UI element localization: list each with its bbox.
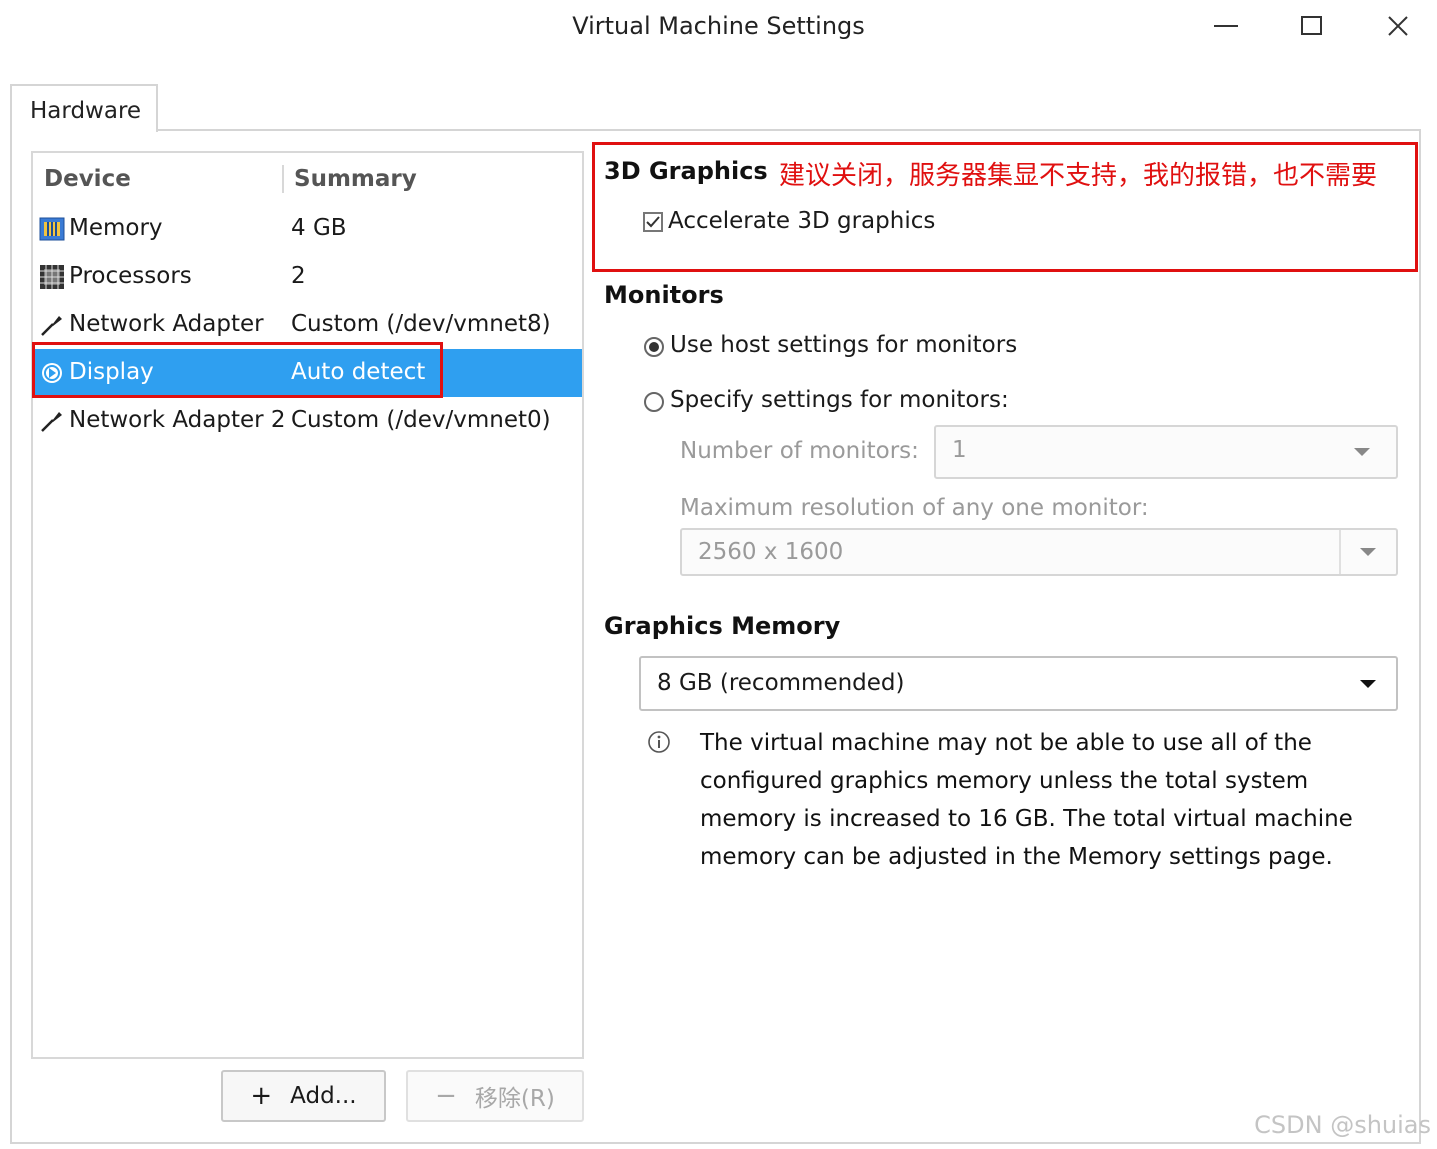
checkmark-icon bbox=[646, 216, 660, 228]
device-name: Memory bbox=[69, 215, 163, 241]
plus-icon: + bbox=[250, 1081, 273, 1111]
network-icon bbox=[39, 408, 65, 434]
device-row-network-adapter-2[interactable]: Network Adapter 2 Custom (/dev/vmnet0) bbox=[35, 397, 582, 445]
device-row-display[interactable]: Display Auto detect bbox=[35, 349, 582, 397]
max-resolution-select[interactable]: 2560 x 1600 bbox=[680, 528, 1398, 576]
maximize-button[interactable] bbox=[1292, 8, 1332, 44]
number-of-monitors-label: Number of monitors: bbox=[680, 438, 919, 464]
device-name: Processors bbox=[69, 263, 192, 289]
device-list[interactable]: Device Summary Memory 4 GB Processors 2 … bbox=[31, 151, 584, 1059]
device-summary: 4 GB bbox=[291, 215, 347, 241]
remove-button[interactable]: − 移除(R) bbox=[406, 1070, 584, 1122]
device-row-memory[interactable]: Memory 4 GB bbox=[35, 205, 582, 253]
minus-icon: − bbox=[435, 1081, 457, 1111]
add-button-label: Add... bbox=[290, 1083, 357, 1109]
section-graphics-memory: Graphics Memory bbox=[604, 612, 841, 640]
network-icon bbox=[39, 312, 65, 338]
column-summary[interactable]: Summary bbox=[294, 166, 417, 192]
minimize-icon bbox=[1214, 25, 1238, 27]
display-icon bbox=[39, 360, 65, 386]
info-icon bbox=[647, 730, 671, 758]
device-row-network-adapter[interactable]: Network Adapter Custom (/dev/vmnet8) bbox=[35, 301, 582, 349]
chevron-down-icon bbox=[1360, 679, 1376, 688]
number-of-monitors-select[interactable]: 1 bbox=[934, 425, 1398, 479]
max-resolution-label: Maximum resolution of any one monitor: bbox=[680, 495, 1149, 521]
number-of-monitors-value: 1 bbox=[952, 437, 967, 463]
device-summary: Auto detect bbox=[291, 359, 426, 385]
memory-icon bbox=[39, 216, 65, 242]
device-list-header: Device Summary bbox=[33, 153, 582, 205]
accelerate-3d-label[interactable]: Accelerate 3D graphics bbox=[668, 208, 935, 234]
graphics-memory-select[interactable]: 8 GB (recommended) bbox=[639, 656, 1398, 711]
annotation-note: 建议关闭，服务器集显不支持，我的报错，也不需要 bbox=[779, 161, 1378, 191]
watermark: CSDN @shuias bbox=[1254, 1111, 1431, 1139]
specify-label[interactable]: Specify settings for monitors: bbox=[670, 387, 1009, 413]
column-separator bbox=[282, 165, 284, 193]
tab-hardware[interactable]: Hardware bbox=[10, 84, 158, 132]
device-name: Display bbox=[69, 359, 154, 385]
device-summary: Custom (/dev/vmnet0) bbox=[291, 407, 551, 433]
device-summary: Custom (/dev/vmnet8) bbox=[291, 311, 551, 337]
use-host-label[interactable]: Use host settings for monitors bbox=[670, 332, 1017, 358]
chevron-down-icon bbox=[1360, 548, 1376, 556]
use-host-radio[interactable] bbox=[644, 337, 664, 357]
section-monitors: Monitors bbox=[604, 281, 724, 309]
column-device[interactable]: Device bbox=[44, 166, 131, 192]
graphics-memory-info: The virtual machine may not be able to u… bbox=[700, 730, 1353, 870]
minimize-button[interactable] bbox=[1206, 8, 1246, 44]
remove-button-label: 移除(R) bbox=[474, 1086, 555, 1112]
device-summary: 2 bbox=[291, 263, 306, 289]
specify-radio[interactable] bbox=[644, 392, 664, 412]
max-resolution-value: 2560 x 1600 bbox=[698, 539, 844, 565]
device-name: Network Adapter 2 bbox=[69, 407, 286, 433]
maximize-icon bbox=[1301, 16, 1322, 35]
add-button[interactable]: + Add... bbox=[221, 1070, 386, 1122]
title-bar: Virtual Machine Settings bbox=[0, 0, 1437, 56]
combo-separator bbox=[1339, 530, 1341, 574]
processor-icon bbox=[39, 264, 65, 290]
close-button[interactable] bbox=[1378, 8, 1418, 44]
graphics-memory-value: 8 GB (recommended) bbox=[657, 670, 905, 696]
close-icon bbox=[1388, 16, 1408, 36]
chevron-down-icon bbox=[1354, 448, 1370, 456]
accelerate-3d-checkbox[interactable] bbox=[643, 212, 663, 232]
section-3d-graphics: 3D Graphics bbox=[604, 157, 768, 185]
device-row-processors[interactable]: Processors 2 bbox=[35, 253, 582, 301]
device-name: Network Adapter bbox=[69, 311, 264, 337]
